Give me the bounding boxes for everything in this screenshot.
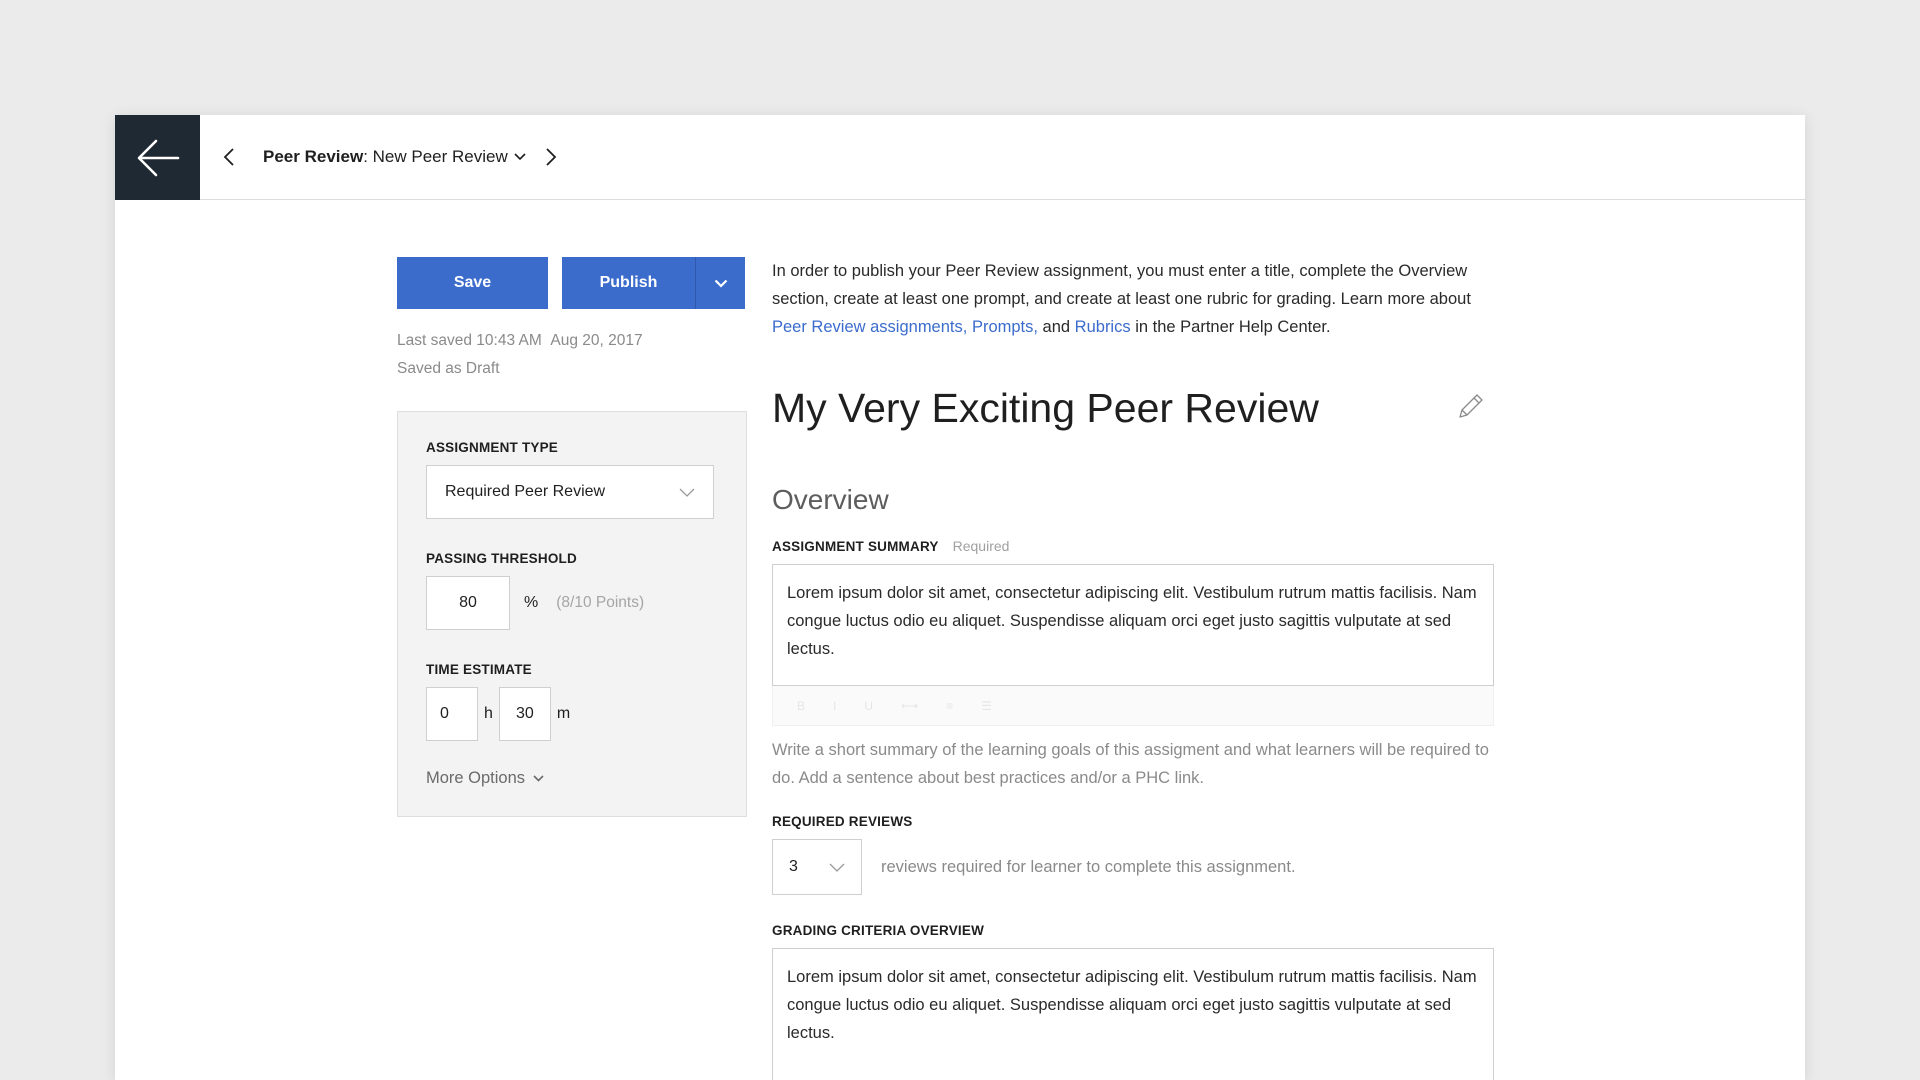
main-content: In order to publish your Peer Review ass…: [772, 257, 1494, 1080]
chevron-down-icon: [514, 153, 526, 161]
draft-status: Saved as Draft: [397, 360, 500, 377]
percent-sign: %: [524, 594, 539, 611]
breadcrumb[interactable]: Peer Review: New Peer Review: [263, 115, 526, 199]
link-icon[interactable]: ⟷: [901, 699, 918, 713]
required-indicator: Required: [952, 538, 1010, 554]
breadcrumb-type: Peer Review: [263, 147, 364, 166]
chevron-left-icon: [223, 148, 234, 166]
underline-icon[interactable]: U: [864, 699, 873, 713]
hours-input[interactable]: 0: [426, 687, 478, 741]
arrow-left-icon: [137, 139, 179, 176]
grading-criteria-label: GRADING CRITERIA OVERVIEW: [772, 923, 985, 938]
publish-button-group: Publish: [562, 257, 745, 309]
prompts-link[interactable]: Prompts,: [972, 318, 1038, 336]
chevron-down-icon: [829, 863, 845, 872]
assignment-type-select[interactable]: Required Peer Review: [426, 465, 714, 519]
required-reviews-select[interactable]: 3: [772, 839, 862, 895]
rich-text-toolbar: B I U ⟷ ≡ ☰: [772, 686, 1494, 726]
summary-help-text: Write a short summary of the learning go…: [772, 741, 1489, 787]
chevron-down-icon: [533, 775, 544, 782]
back-button[interactable]: [115, 115, 200, 200]
minutes-input[interactable]: 30: [498, 687, 551, 741]
time-estimate-label: TIME ESTIMATE: [426, 662, 532, 677]
peer-review-assignments-link[interactable]: Peer Review assignments,: [772, 318, 967, 336]
assignment-summary-field[interactable]: Lorem ipsum dolor sit amet, consectetur …: [772, 564, 1494, 686]
hours-unit: h: [484, 705, 493, 722]
chevron-right-icon: [546, 148, 557, 166]
more-options-toggle[interactable]: More Options: [426, 769, 718, 788]
passing-threshold-label: PASSING THRESHOLD: [426, 551, 577, 566]
assignment-type-label: ASSIGNMENT TYPE: [426, 440, 559, 455]
numbered-list-icon[interactable]: ☰: [981, 699, 992, 713]
edit-title-button[interactable]: [1456, 391, 1486, 426]
minutes-unit: m: [556, 705, 571, 722]
publish-button[interactable]: Publish: [562, 257, 695, 309]
breadcrumb-item: New Peer Review: [372, 147, 508, 166]
page-title: My Very Exciting Peer Review: [772, 385, 1319, 431]
last-saved: Last saved 10:43 AM Aug 20, 2017: [397, 332, 643, 349]
required-reviews-label: REQUIRED REVIEWS: [772, 814, 913, 829]
assignment-summary-label: ASSIGNMENT SUMMARY: [772, 539, 939, 554]
points-hint: (8/10 Points): [556, 594, 645, 611]
grading-criteria-field[interactable]: Lorem ipsum dolor sit amet, consectetur …: [772, 948, 1494, 1080]
editor-window: Peer Review: New Peer Review Save Publis…: [115, 115, 1805, 1080]
chevron-down-icon: [714, 279, 727, 288]
settings-panel: ASSIGNMENT TYPE Required Peer Review PAS…: [397, 411, 747, 817]
chevron-down-icon: [679, 488, 695, 497]
publish-requirements-text: In order to publish your Peer Review ass…: [772, 262, 1471, 336]
pencil-icon: [1459, 394, 1483, 418]
overview-heading: Overview: [772, 484, 889, 515]
rubrics-link[interactable]: Rubrics: [1075, 318, 1131, 336]
left-column: Save Publish Last saved 10:43 AM Aug 20,…: [397, 257, 747, 817]
passing-threshold-input[interactable]: 80: [426, 576, 510, 630]
save-status: Last saved 10:43 AM Aug 20, 2017 Saved a…: [397, 327, 745, 383]
next-item-button[interactable]: [545, 115, 557, 199]
previous-item-button[interactable]: [223, 115, 235, 199]
publish-options-button[interactable]: [695, 257, 745, 309]
top-bar: Peer Review: New Peer Review: [115, 115, 1805, 200]
save-button[interactable]: Save: [397, 257, 548, 309]
bulleted-list-icon[interactable]: ≡: [946, 699, 953, 713]
action-buttons: Save Publish: [397, 257, 745, 309]
italic-icon[interactable]: I: [833, 699, 836, 713]
required-reviews-description: reviews required for learner to complete…: [881, 857, 1296, 876]
title-row: My Very Exciting Peer Review: [772, 385, 1494, 432]
breadcrumb-separator: :: [363, 147, 368, 166]
bold-icon[interactable]: B: [797, 699, 805, 713]
